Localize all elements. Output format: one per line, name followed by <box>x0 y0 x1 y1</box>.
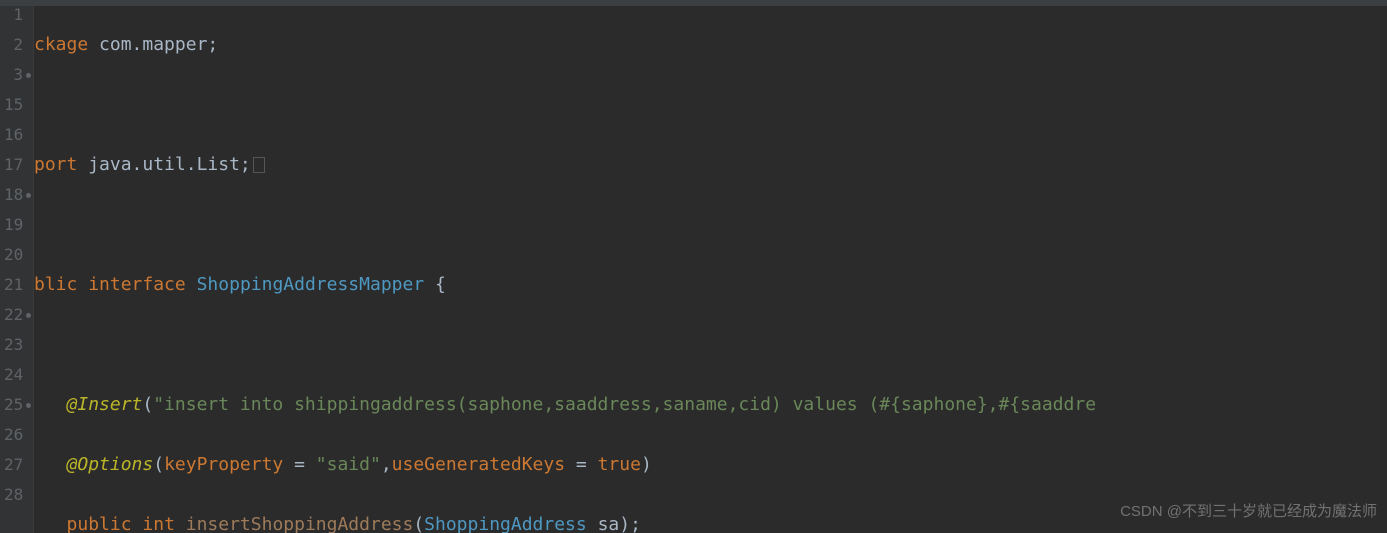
line-number: 15 <box>4 90 23 120</box>
line-number: 2 <box>4 30 23 60</box>
line-number: 26 <box>4 420 23 450</box>
line-number: 23 <box>4 330 23 360</box>
line-number: 17 <box>4 150 23 180</box>
line-number[interactable]: 18 <box>4 180 23 210</box>
line-number: 24 <box>4 360 23 390</box>
line-number[interactable]: 22 <box>4 300 23 330</box>
code-line: @Insert("insert into shippingaddress(sap… <box>34 390 1387 420</box>
line-number: 19 <box>4 210 23 240</box>
tab-strip <box>0 0 1387 6</box>
code-line <box>34 210 1387 240</box>
code-line: @Options(keyProperty = "said",useGenerat… <box>34 450 1387 480</box>
code-line <box>34 330 1387 360</box>
fold-marker-icon[interactable] <box>253 157 265 173</box>
watermark-text: CSDN @不到三十岁就已经成为魔法师 <box>1120 497 1377 527</box>
code-line <box>34 90 1387 120</box>
line-number: 20 <box>4 240 23 270</box>
code-line: ckage com.mapper; <box>34 30 1387 60</box>
line-number[interactable]: 25 <box>4 390 23 420</box>
code-line: port java.util.List; <box>34 150 1387 180</box>
line-gutter: 1 2 3 15 16 17 18 19 20 21 22 23 24 25 2… <box>0 0 34 533</box>
code-editor[interactable]: ckage com.mapper; port java.util.List; b… <box>34 0 1387 533</box>
line-number: 16 <box>4 120 23 150</box>
line-number: 27 <box>4 450 23 480</box>
line-number: 1 <box>4 0 23 30</box>
code-line: blic interface ShoppingAddressMapper { <box>34 270 1387 300</box>
line-number[interactable]: 3 <box>4 60 23 90</box>
line-number: 21 <box>4 270 23 300</box>
line-number: 28 <box>4 480 23 510</box>
